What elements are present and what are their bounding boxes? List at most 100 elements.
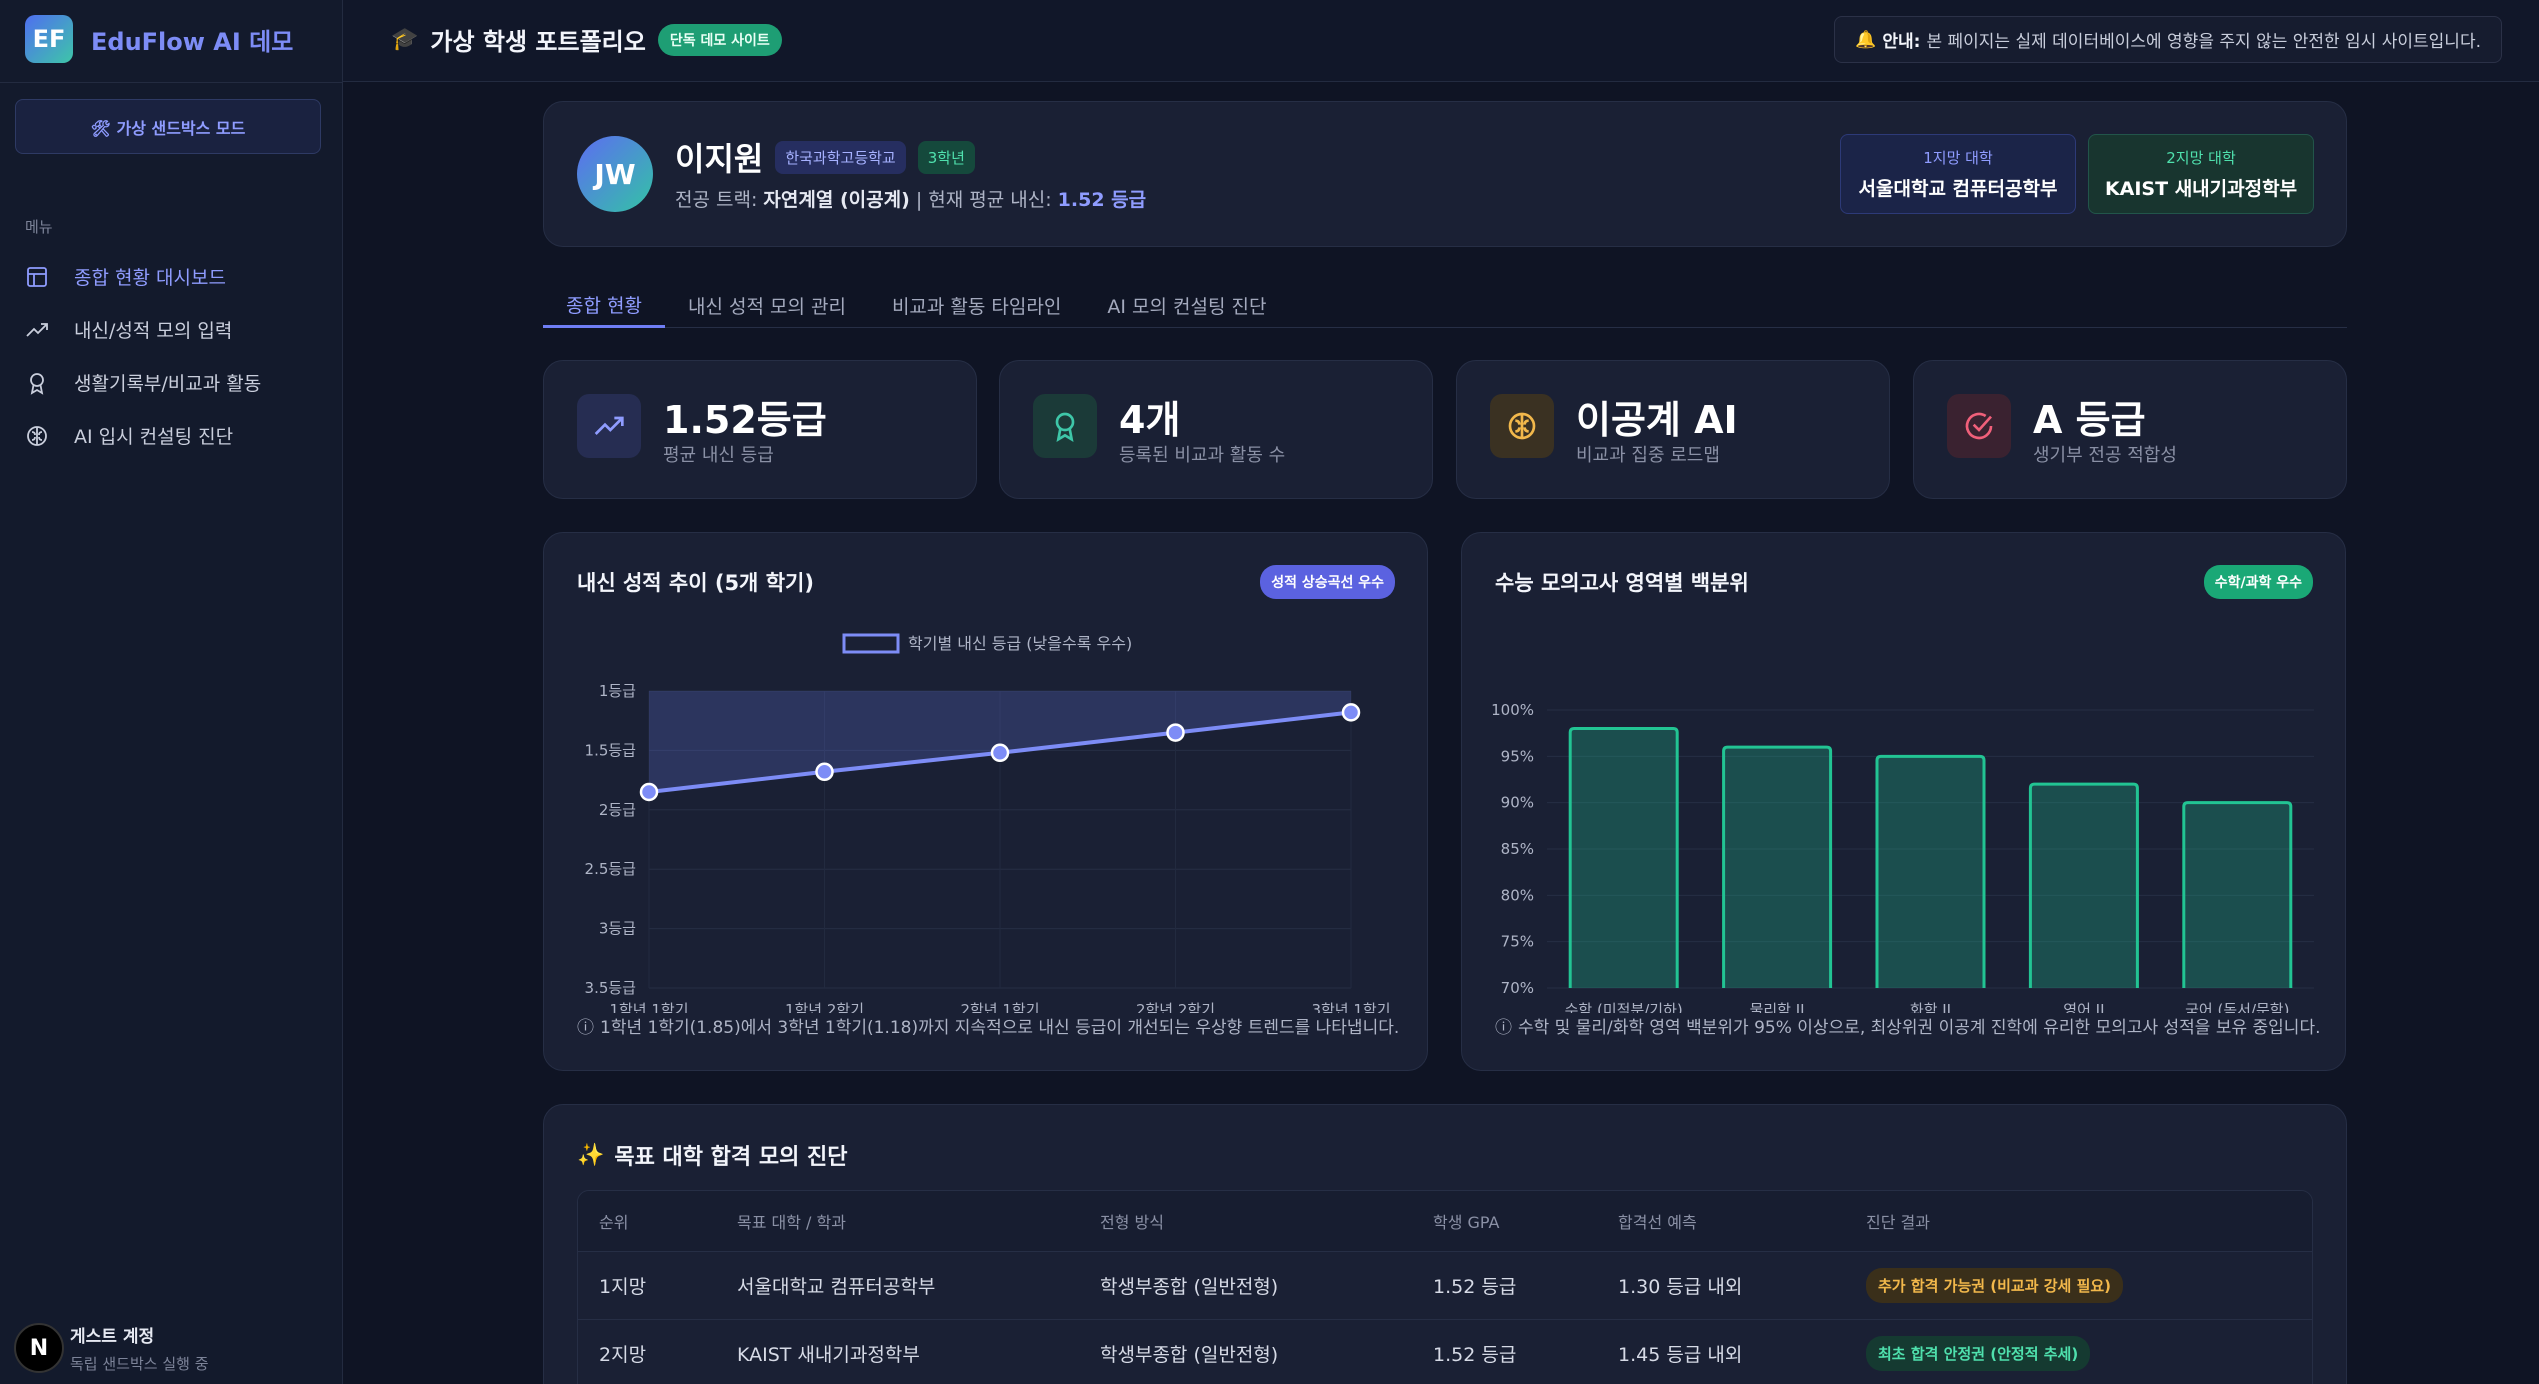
stat-card-fit: A 등급 생기부 전공 적합성: [1913, 360, 2347, 499]
check-circle-icon: [1947, 394, 2011, 458]
y-tick-label: 95%: [1501, 747, 1534, 765]
sidebar-item-label: 종합 현황 대시보드: [74, 267, 226, 289]
chart-badge: 성적 상승곡선 우수: [1260, 565, 1395, 599]
sidebar-item-activities[interactable]: 생활기록부/비교과 활동: [25, 356, 325, 409]
bar: [2028, 782, 2139, 988]
cell-result: 추가 합격 가능권 (비교과 강세 필요): [1845, 1250, 2312, 1319]
bar: [1722, 745, 1833, 988]
tab-overview[interactable]: 종합 현황: [543, 283, 665, 328]
sidebar-item-label: 내신/성적 모의 입력: [74, 320, 233, 342]
x-tick-label: 화학 II: [1910, 1001, 1951, 1013]
target-value: 서울대학교 컴퓨터공학부: [1858, 178, 2058, 200]
track-label: 전공 트랙:: [675, 189, 758, 211]
x-tick-label: 1학년 2학기: [785, 1001, 864, 1013]
tabs: 종합 현황 내신 성적 모의 관리 비교과 활동 타임라인 AI 모의 컨설팅 …: [543, 283, 2347, 328]
data-point: [815, 762, 834, 782]
cell-target: 서울대학교 컴퓨터공학부: [716, 1250, 1079, 1319]
cell-cutoff: 1.45 등급 내외: [1597, 1318, 1845, 1384]
chart-title: 수능 모의고사 영역별 백분위: [1495, 571, 1749, 595]
graduation-cap-icon: 🎓: [391, 27, 419, 52]
sidebar-item-dashboard[interactable]: 종합 현황 대시보드: [25, 250, 325, 303]
column-header: 합격선 예측: [1597, 1191, 1845, 1251]
sidebar-divider: [0, 82, 343, 83]
gpa-value: 1.52 등급: [1057, 189, 1147, 211]
x-tick-label: 물리학 II: [1750, 1001, 1805, 1013]
student-name: 이지원: [675, 140, 764, 178]
avatar: JW: [577, 136, 653, 212]
cell-target: KAIST 새내기과정학부: [716, 1318, 1079, 1384]
tab-activities[interactable]: 비교과 활동 타임라인: [869, 283, 1084, 328]
sidebar: EF EduFlow AI 데모 🛠 가상 샌드박스 모드 메뉴 종합 현황 대…: [0, 0, 343, 1384]
target-university-2: 2지망 대학 KAIST 새내기과정학부: [2088, 134, 2314, 214]
guest-name: 게스트 계정: [70, 1327, 155, 1347]
cell-result: 최초 합격 안정권 (안정적 추세): [1845, 1318, 2312, 1384]
track-value: 자연계열 (이공계): [763, 189, 910, 211]
section-title-text: 목표 대학 합격 모의 진단: [614, 1145, 848, 1170]
chart-badge: 수학/과학 우수: [2203, 565, 2313, 599]
award-icon: [1033, 394, 1097, 458]
brand-logo: EF: [25, 15, 73, 63]
trending-up-icon: [577, 394, 641, 458]
table-row[interactable]: 1지망 서울대학교 컴퓨터공학부 학생부종합 (일반전형) 1.52 등급 1.…: [578, 1250, 2312, 1319]
table-row[interactable]: 2지망 KAIST 새내기과정학부 학생부종합 (일반전형) 1.52 등급 1…: [578, 1318, 2312, 1384]
cell-gpa: 1.52 등급: [1412, 1318, 1597, 1384]
bell-icon: 🔔: [1855, 29, 1877, 50]
cell-rank: 2지망: [578, 1318, 716, 1384]
sidebar-item-grades[interactable]: 내신/성적 모의 입력: [25, 303, 325, 356]
chart-note: ⓘ 1학년 1학기(1.85)에서 3학년 1학기(1.18)까지 지속적으로 …: [577, 1013, 1399, 1038]
target-value: KAIST 새내기과정학부: [2104, 178, 2298, 200]
stat-label: 생기부 전공 적합성: [2033, 445, 2177, 466]
stat-card-activities: 4개 등록된 비교과 활동 수: [999, 360, 1433, 499]
stat-label: 평균 내신 등급: [663, 445, 774, 466]
cell-type: 학생부종합 (일반전형): [1079, 1250, 1412, 1319]
brand[interactable]: EF EduFlow AI 데모: [25, 15, 293, 63]
info-icon: ⓘ: [1495, 1018, 1512, 1038]
sidebar-menu: 종합 현황 대시보드 내신/성적 모의 입력 생활기록부/비교과 활동 AI 입…: [25, 250, 325, 462]
status-badge: 추가 합격 가능권 (비교과 강세 필요): [1866, 1267, 2124, 1303]
sparkles-icon: ✨: [577, 1142, 605, 1168]
grade-chip: 3학년: [917, 140, 975, 174]
tab-grades[interactable]: 내신 성적 모의 관리: [665, 283, 869, 328]
x-tick-label: 1학년 1학기: [609, 1001, 688, 1013]
guest-account[interactable]: N 게스트 계정 독립 샌드박스 실행 중: [14, 1322, 209, 1374]
gpa-trend-chart-card: 내신 성적 추이 (5개 학기) 성적 상승곡선 우수 학기별 내신 등급 (낮…: [543, 532, 1428, 1071]
x-tick-label: 영어 II: [2063, 1001, 2104, 1013]
guest-status: 독립 샌드박스 실행 중: [70, 1355, 209, 1373]
column-header: 순위: [578, 1191, 716, 1251]
demo-badge: 단독 데모 사이트: [657, 23, 782, 56]
avatar: N: [14, 1323, 64, 1373]
column-header: 목표 대학 / 학과: [716, 1191, 1079, 1251]
stat-label: 비교과 집중 로드맵: [1576, 445, 1720, 466]
tab-ai-diagnosis[interactable]: AI 모의 컨설팅 진단: [1084, 283, 1289, 328]
diagnosis-table: 순위 목표 대학 / 학과 전형 방식 학생 GPA 합격선 예측 진단 결과 …: [578, 1191, 2312, 1384]
stat-value: A 등급: [2033, 398, 2146, 442]
y-tick-label: 85%: [1501, 840, 1534, 858]
x-tick-label: 국어 (독서/문학): [2185, 1001, 2289, 1013]
legend-swatch: [842, 633, 900, 654]
x-tick-label: 2학년 1학기: [960, 1001, 1039, 1013]
topbar: 🎓 가상 학생 포트폴리오 단독 데모 사이트 🔔 안내: 본 페이지는 실제 …: [343, 0, 2539, 82]
sidebar-item-ai-consulting[interactable]: AI 입시 컨설팅 진단: [25, 409, 325, 462]
brain-icon: [27, 425, 47, 446]
y-tick-label: 2등급: [599, 801, 636, 819]
stat-card-gpa: 1.52등급 평균 내신 등급: [543, 360, 977, 499]
bar: [1875, 754, 1986, 988]
y-tick-label: 1등급: [599, 682, 636, 700]
target-label: 2지망 대학: [2166, 149, 2236, 167]
x-tick-label: 3학년 1학기: [1311, 1001, 1390, 1013]
school-chip: 한국과학고등학교: [775, 140, 906, 174]
data-point: [1166, 723, 1185, 742]
cell-rank: 1지망: [578, 1250, 716, 1319]
sandbox-mode-button[interactable]: 🛠 가상 샌드박스 모드: [15, 99, 321, 154]
sidebar-item-label: 생활기록부/비교과 활동: [74, 373, 262, 395]
admission-diagnosis-card: ✨ 목표 대학 합격 모의 진단 순위 목표 대학 / 학과 전형 방식 학생 …: [543, 1104, 2347, 1384]
trending-up-icon: [26, 322, 48, 337]
table-header-row: 순위 목표 대학 / 학과 전형 방식 학생 GPA 합격선 예측 진단 결과: [578, 1191, 2312, 1251]
brain-icon: [1490, 394, 1554, 458]
y-tick-label: 100%: [1491, 701, 1534, 719]
data-point: [639, 782, 659, 802]
bar: [1568, 727, 1679, 988]
profile-subtitle: 전공 트랙: 자연계열 (이공계) | 현재 평균 내신: 1.52 등급: [675, 185, 1146, 212]
target-university-1: 1지망 대학 서울대학교 컴퓨터공학부: [1840, 134, 2076, 214]
notice-prefix: 안내:: [1882, 32, 1921, 52]
